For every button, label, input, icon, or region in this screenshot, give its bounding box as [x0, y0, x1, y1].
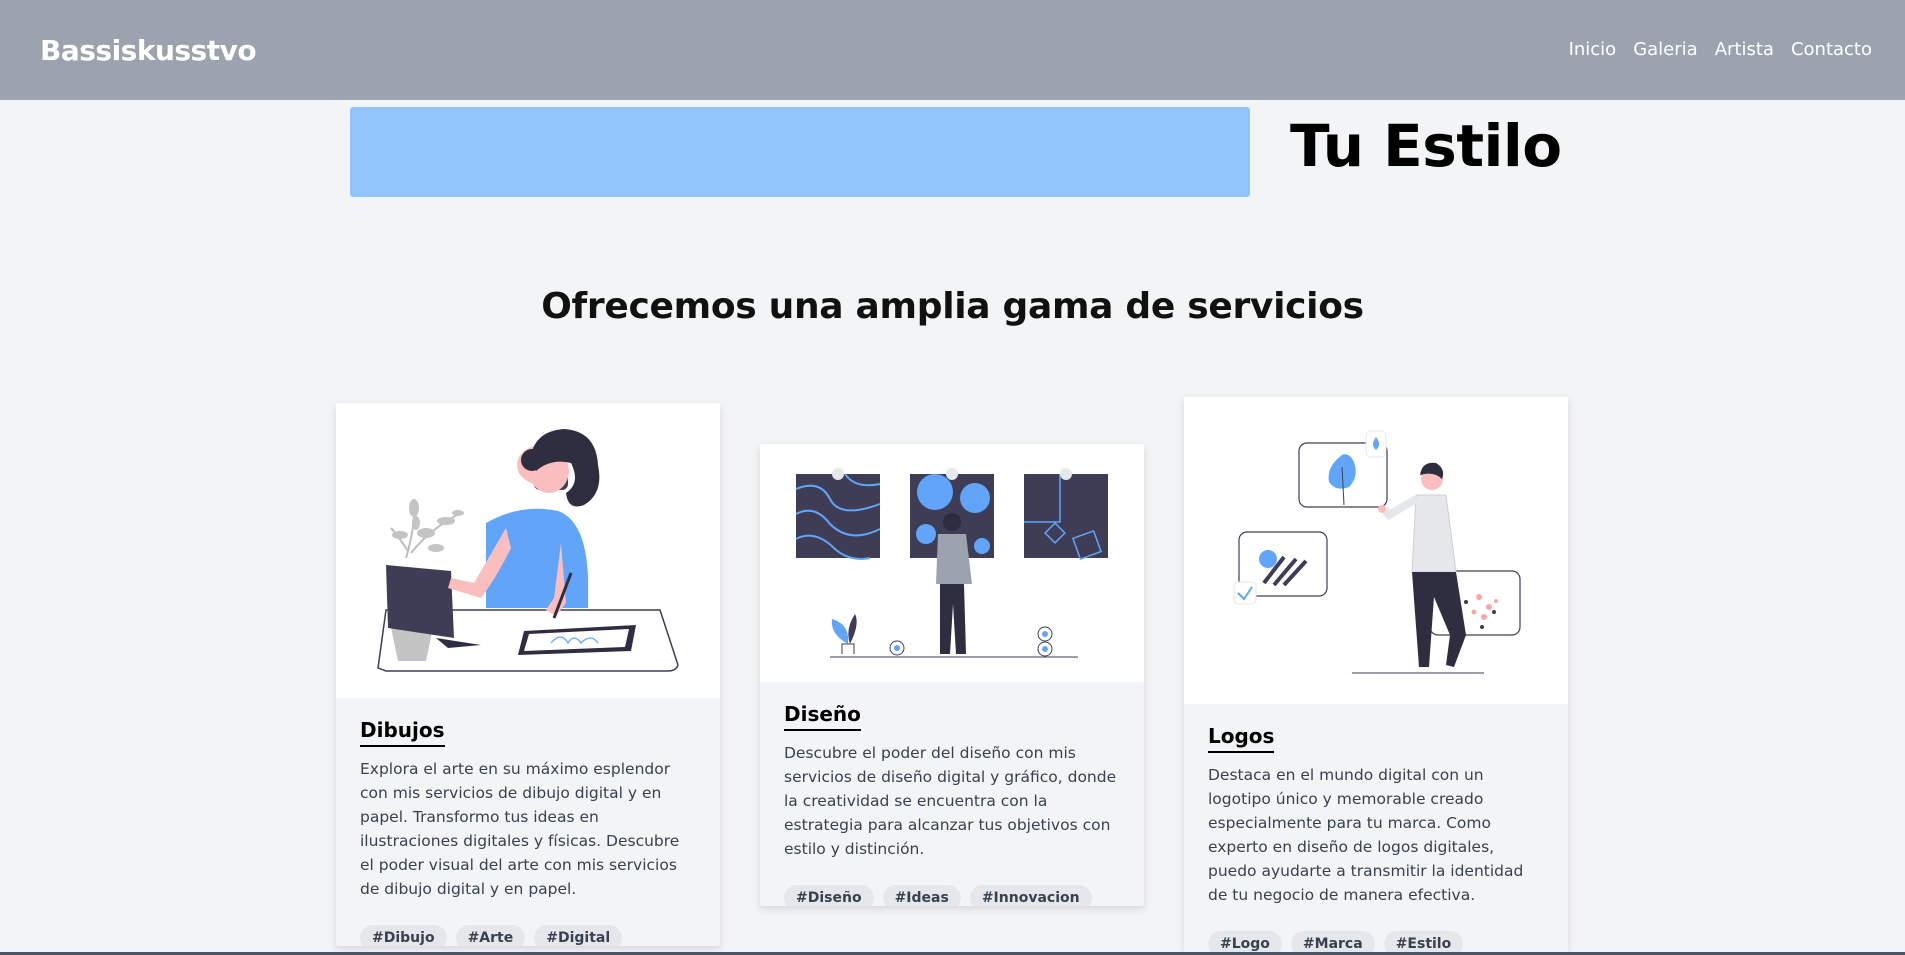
- hero-title: Tu Estilo: [1290, 112, 1562, 180]
- tag-ideas[interactable]: #Ideas: [882, 885, 961, 906]
- tag-logo[interactable]: #Logo: [1208, 931, 1282, 952]
- tag-estilo[interactable]: #Estilo: [1383, 931, 1464, 952]
- main-nav: Inicio Galeria Artista Contacto: [1552, 39, 1872, 60]
- card-description: Destaca en el mundo digital con un logot…: [1208, 766, 1524, 904]
- tag-list: #Logo #Marca #Estilo: [1208, 931, 1544, 952]
- card-description: Explora el arte en su máximo esplendor c…: [360, 760, 680, 898]
- top-navbar: Bassiskusstvo Inicio Galeria Artista Con…: [0, 0, 1905, 100]
- nav-link-artista[interactable]: Artista: [1715, 39, 1774, 60]
- person-drawing-on-tablet-illustration: [336, 403, 720, 698]
- service-card-diseno: Diseño Descubre el poder del diseño con …: [760, 444, 1144, 906]
- nav-link-inicio[interactable]: Inicio: [1569, 39, 1617, 60]
- tag-dibujo[interactable]: #Dibujo: [360, 925, 447, 946]
- card-title: Logos: [1208, 724, 1275, 753]
- card-title: Dibujos: [360, 718, 445, 747]
- tag-innovacion[interactable]: #Innovacion: [969, 885, 1092, 906]
- service-card-dibujos: Dibujos Explora el arte en su máximo esp…: [336, 403, 720, 946]
- brand-logo[interactable]: Bassiskusstvo: [40, 34, 257, 67]
- tag-marca[interactable]: #Marca: [1290, 931, 1375, 952]
- tag-digital[interactable]: #Digital: [534, 925, 623, 946]
- tag-arte[interactable]: #Arte: [455, 925, 526, 946]
- person-with-logo-boards-illustration: [1184, 397, 1568, 704]
- tag-list: #Dibujo #Arte #Digital: [360, 925, 696, 946]
- tag-list: #Diseño #Ideas #Innovacion: [784, 885, 1120, 906]
- nav-link-galeria[interactable]: Galeria: [1633, 39, 1698, 60]
- service-card-logos: Logos Destaca en el mundo digital con un…: [1184, 397, 1568, 952]
- services-heading: Ofrecemos una amplia gama de servicios: [541, 286, 1364, 327]
- tag-diseno[interactable]: #Diseño: [784, 885, 874, 906]
- person-viewing-art-gallery-illustration: [760, 444, 1144, 682]
- nav-link-contacto[interactable]: Contacto: [1791, 39, 1872, 60]
- hero-image-placeholder: [350, 107, 1250, 197]
- card-description: Descubre el poder del diseño con mis ser…: [784, 744, 1117, 858]
- card-title: Diseño: [784, 702, 861, 731]
